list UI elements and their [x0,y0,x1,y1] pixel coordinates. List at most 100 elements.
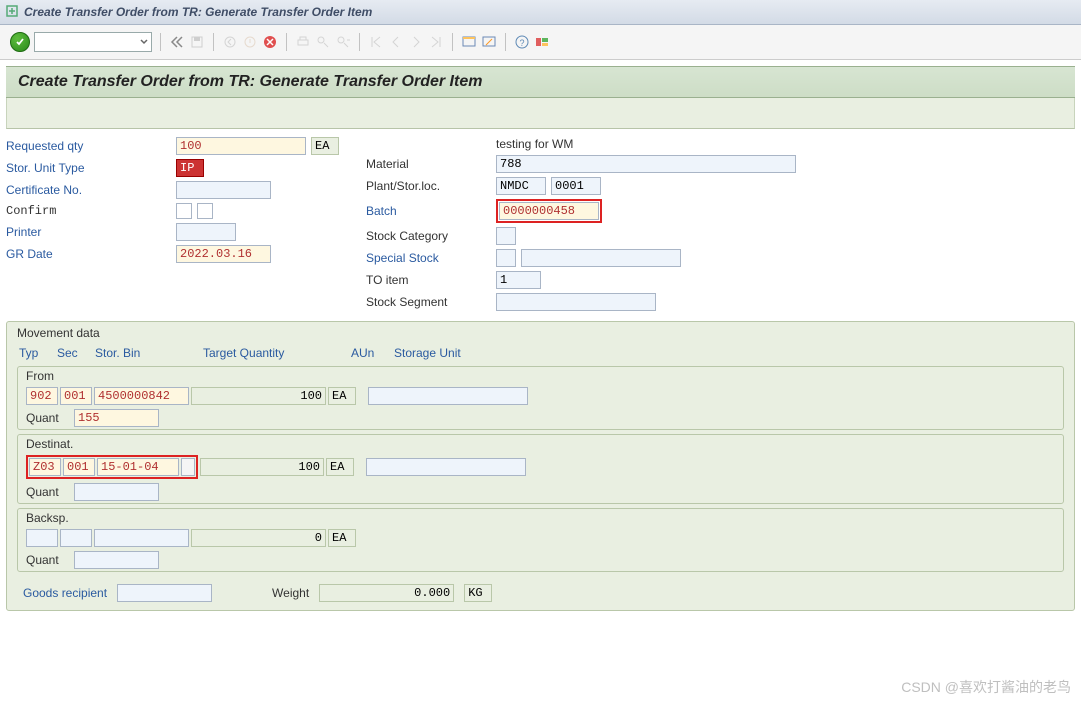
from-qty-input [191,387,326,405]
new-session-icon[interactable] [461,34,477,50]
menu-icon[interactable] [6,5,18,20]
separator [359,33,360,51]
dest-qty-input [200,458,324,476]
gr-date-input[interactable] [176,245,271,263]
movement-data-title: Movement data [7,322,1074,344]
from-su-input[interactable] [368,387,528,405]
gr-date-label: GR Date [6,247,166,261]
back-quant-label: Quant [26,553,72,567]
prev-page-icon[interactable] [388,34,404,50]
back-title: Backsp. [18,509,1063,527]
requested-qty-input[interactable] [176,137,306,155]
from-quant-input[interactable] [74,409,159,427]
dest-bin-input[interactable] [97,458,179,476]
batch-label: Batch [366,204,486,218]
right-form: testing for WM Material Plant/Stor.loc. … [366,137,1075,311]
separator [505,33,506,51]
col-bin: Stor. Bin [95,346,195,360]
separator [213,33,214,51]
col-typ: Typ [19,346,49,360]
certificate-no-label: Certificate No. [6,183,166,197]
goods-recipient-label: Goods recipient [23,586,107,600]
from-typ-input[interactable] [26,387,58,405]
left-form: Requested qty Stor. Unit Type Certificat… [6,137,336,263]
confirm-checkbox-1[interactable] [176,203,192,219]
stock-category-label: Stock Category [366,229,486,243]
requested-qty-uom [311,137,339,155]
col-su: Storage Unit [394,346,461,360]
dest-su-input[interactable] [366,458,526,476]
back-typ-input[interactable] [26,529,58,547]
dest-sec-input[interactable] [63,458,95,476]
back-sec-input[interactable] [60,529,92,547]
dest-group: Destinat. Quant [17,434,1064,504]
dest-highlight [26,455,198,479]
find-icon[interactable] [315,34,331,50]
last-page-icon[interactable] [428,34,444,50]
material-description: testing for WM [496,137,1075,151]
screen-header: Create Transfer Order from TR: Generate … [6,66,1075,98]
separator [452,33,453,51]
help-icon[interactable]: ? [514,34,530,50]
material-input[interactable] [496,155,796,173]
main-toolbar: ? [0,25,1081,60]
back-bin-input[interactable] [94,529,189,547]
batch-input[interactable] [499,202,599,220]
from-bin-input[interactable] [94,387,189,405]
bottom-row: Goods recipient Weight [7,576,1074,610]
dest-quant-input[interactable] [74,483,159,501]
separator [160,33,161,51]
special-stock-input[interactable] [521,249,681,267]
back-icon[interactable] [222,34,238,50]
stock-category-input[interactable] [496,227,516,245]
weight-label: Weight [272,586,309,600]
print-icon[interactable] [295,34,311,50]
save-icon[interactable] [189,34,205,50]
stor-unit-type-input[interactable] [176,159,204,177]
shortcut-icon[interactable] [481,34,497,50]
find-next-icon[interactable] [335,34,351,50]
dest-bin-search-icon[interactable] [181,458,195,476]
command-field[interactable] [34,32,152,52]
storloc-input[interactable] [551,177,601,195]
back-quant-input[interactable] [74,551,159,569]
window-titlebar: Create Transfer Order from TR: Generate … [0,0,1081,25]
confirm-label: Confirm [6,204,166,218]
dest-typ-input[interactable] [29,458,61,476]
enter-button[interactable] [10,32,30,52]
back-double-icon[interactable] [169,34,185,50]
weight-value [319,584,454,602]
plant-storloc-label: Plant/Stor.loc. [366,179,486,193]
cancel-icon[interactable] [262,34,278,50]
app-toolbar-strip [6,98,1075,129]
weight-uom [464,584,492,602]
special-stock-ind-input[interactable] [496,249,516,267]
certificate-no-input[interactable] [176,181,271,199]
first-page-icon[interactable] [368,34,384,50]
material-label: Material [366,157,486,171]
from-sec-input[interactable] [60,387,92,405]
col-aun: AUn [351,346,386,360]
printer-input[interactable] [176,223,236,241]
confirm-checkbox-2[interactable] [197,203,213,219]
from-aun-input [328,387,356,405]
separator [286,33,287,51]
watermark-text: CSDN @喜欢打酱油的老鸟 [901,677,1071,697]
from-group: From Quant [17,366,1064,430]
next-page-icon[interactable] [408,34,424,50]
plant-input[interactable] [496,177,546,195]
to-item-input[interactable] [496,271,541,289]
from-title: From [18,367,1063,385]
stock-segment-input[interactable] [496,293,656,311]
back-qty-input [191,529,326,547]
window-title: Create Transfer Order from TR: Generate … [24,5,372,19]
goods-recipient-input[interactable] [117,584,212,602]
dest-quant-label: Quant [26,485,72,499]
back-group: Backsp. Quant [17,508,1064,572]
batch-highlight [496,199,602,223]
exit-icon[interactable] [242,34,258,50]
screen-title: Create Transfer Order from TR: Generate … [18,73,482,90]
layout-icon[interactable] [534,34,550,50]
main-content: Requested qty Stor. Unit Type Certificat… [0,129,1081,311]
col-qty: Target Quantity [203,346,343,360]
